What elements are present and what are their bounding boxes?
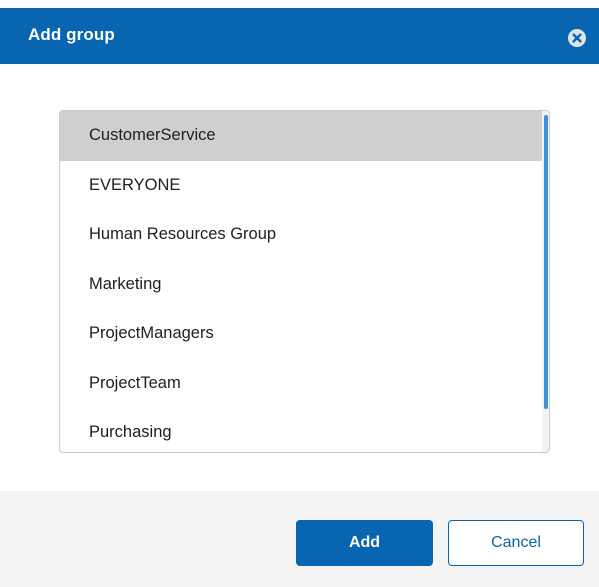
dialog-footer: Add Cancel (0, 491, 599, 587)
group-list: CustomerService EVERYONE Human Resources… (60, 111, 544, 452)
group-list-item[interactable]: ProjectTeam (60, 359, 544, 409)
close-icon[interactable] (568, 29, 586, 47)
dialog-body: CustomerService EVERYONE Human Resources… (0, 64, 599, 464)
group-list-item[interactable]: CustomerService (60, 111, 544, 161)
group-listbox[interactable]: CustomerService EVERYONE Human Resources… (59, 110, 550, 453)
listbox-scrollbar[interactable] (542, 111, 549, 452)
background-page-strip (0, 0, 599, 8)
group-list-item[interactable]: Marketing (60, 260, 544, 310)
cancel-button[interactable]: Cancel (448, 520, 584, 566)
group-list-item[interactable]: Human Resources Group (60, 210, 544, 260)
scrollbar-thumb[interactable] (544, 115, 548, 409)
group-list-item[interactable]: Purchasing (60, 408, 544, 452)
dialog-title: Add group (28, 25, 115, 44)
dialog-header: Add group (0, 8, 599, 64)
group-list-item[interactable]: EVERYONE (60, 161, 544, 211)
group-list-item[interactable]: ProjectManagers (60, 309, 544, 359)
add-button[interactable]: Add (296, 520, 433, 566)
add-group-dialog: Add group CustomerService EVERYONE Human… (0, 0, 599, 587)
